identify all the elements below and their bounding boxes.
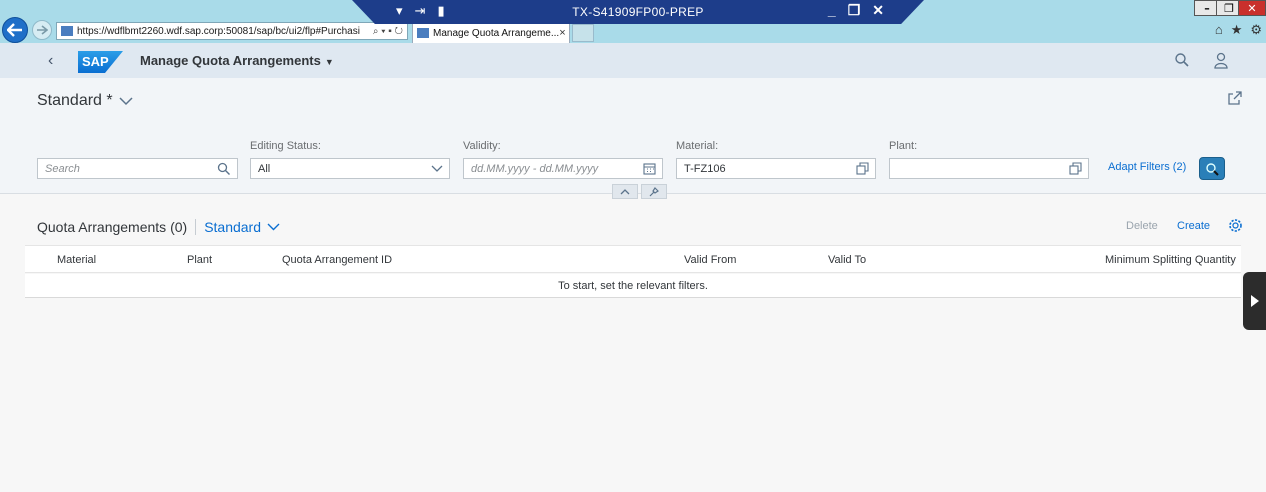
- chevron-down-icon: [431, 165, 443, 172]
- browser-toolbar: https://wdflbmt2260.wdf.sap.corp:50081/s…: [0, 0, 1266, 43]
- chevron-down-icon: [119, 96, 133, 105]
- table-variant-selector[interactable]: Standard: [204, 219, 280, 235]
- user-icon[interactable]: [1213, 52, 1229, 69]
- material-value: T-FZ106: [684, 162, 726, 175]
- close-icon[interactable]: ✕: [872, 2, 884, 19]
- shell-bar: ‹ SAP Manage Quota Arrangements ▼: [0, 43, 1266, 78]
- create-button[interactable]: Create: [1177, 220, 1210, 232]
- address-bar[interactable]: https://wdflbmt2260.wdf.sap.corp:50081/s…: [56, 22, 408, 40]
- screen: https://wdflbmt2260.wdf.sap.corp:50081/s…: [0, 0, 1266, 492]
- favicon: [61, 26, 73, 36]
- editing-status-label: Editing Status:: [250, 140, 321, 152]
- editing-status-value: All: [258, 162, 271, 175]
- table-empty-message: To start, set the relevant filters.: [25, 274, 1241, 298]
- tab-favicon: [417, 28, 429, 38]
- arrow-right-icon: [37, 25, 48, 35]
- search-placeholder: Search: [45, 162, 80, 175]
- collapse-header-button[interactable]: [612, 184, 638, 199]
- value-help-icon[interactable]: [856, 162, 869, 175]
- cursor-icon: [1206, 162, 1219, 176]
- editing-status-select[interactable]: All: [250, 158, 450, 179]
- table-variant-name: Standard: [204, 219, 262, 235]
- minimize-icon[interactable]: _: [828, 2, 836, 19]
- search-icon[interactable]: [217, 162, 231, 176]
- back-chevron-icon[interactable]: ‹: [48, 52, 53, 70]
- validity-label: Validity:: [463, 140, 501, 152]
- filter-header: Standard * Editing Status: Validity: Mat…: [0, 78, 1266, 199]
- share-icon[interactable]: [1227, 90, 1243, 106]
- search-input[interactable]: Search: [37, 158, 238, 179]
- remote-window-controls: _ ❐ ✕: [828, 2, 884, 19]
- value-help-icon[interactable]: [1069, 162, 1082, 175]
- delete-button[interactable]: Delete: [1126, 220, 1158, 232]
- side-panel-handle[interactable]: [1243, 272, 1266, 330]
- browser-forward-button[interactable]: [32, 20, 52, 40]
- column-header-material[interactable]: Material: [57, 254, 96, 266]
- home-icon[interactable]: ⌂: [1215, 22, 1223, 38]
- browser-tab-active[interactable]: Manage Quota Arrangeme... ×: [412, 22, 570, 43]
- browser-right-icons: ⌂ ★ ⚙: [1215, 22, 1262, 38]
- adapt-filters-button[interactable]: Adapt Filters (2): [1108, 161, 1186, 173]
- divider: [195, 219, 197, 235]
- column-header-valid-to[interactable]: Valid To: [828, 254, 866, 266]
- plant-label: Plant:: [889, 140, 918, 152]
- validity-placeholder: dd.MM.yyyy - dd.MM.yyyy: [471, 162, 599, 175]
- table-title: Quota Arrangements (0): [37, 219, 188, 235]
- url-text: https://wdflbmt2260.wdf.sap.corp:50081/s…: [77, 25, 360, 37]
- material-input[interactable]: T-FZ106: [676, 158, 876, 179]
- table-settings-gear-icon[interactable]: [1228, 218, 1243, 233]
- pin-header-button[interactable]: [641, 184, 667, 199]
- search-icon[interactable]: [1174, 52, 1190, 68]
- go-button[interactable]: [1199, 157, 1225, 180]
- window-close-button[interactable]: ✕: [1238, 0, 1266, 16]
- tab-close-icon[interactable]: ×: [559, 27, 565, 39]
- pin-icon: [649, 186, 659, 196]
- table-column-header: Material Plant Quota Arrangement ID Vali…: [25, 245, 1241, 273]
- restore-icon[interactable]: ❐: [848, 2, 861, 19]
- arrow-left-icon: [7, 23, 22, 37]
- remote-desktop-bar: ▾ ⇥ ▮ TX-S41909FP00-PREP _ ❐ ✕: [352, 0, 924, 24]
- table-header: Quota Arrangements (0) Standard: [37, 219, 280, 235]
- calendar-icon[interactable]: [643, 162, 656, 175]
- chevron-up-icon: [620, 189, 630, 195]
- favorites-star-icon[interactable]: ★: [1231, 22, 1243, 38]
- address-controls[interactable]: ⌕ ▾ ▪ ↻: [369, 26, 407, 37]
- variant-name: Standard *: [37, 92, 113, 109]
- new-tab-button[interactable]: [572, 24, 594, 42]
- settings-gear-icon[interactable]: ⚙: [1250, 22, 1262, 38]
- variant-selector[interactable]: Standard *: [37, 92, 133, 110]
- app-title: Manage Quota Arrangements: [140, 53, 321, 68]
- tab-title: Manage Quota Arrangeme...: [433, 27, 560, 39]
- material-label: Material:: [676, 140, 719, 152]
- plant-input[interactable]: [889, 158, 1089, 179]
- browser-back-button[interactable]: [2, 17, 28, 43]
- column-header-quota-arrangement-id[interactable]: Quota Arrangement ID: [282, 254, 392, 266]
- play-arrow-icon: [1250, 295, 1259, 307]
- chevron-down-icon: [267, 223, 280, 231]
- validity-date-range-input[interactable]: dd.MM.yyyy - dd.MM.yyyy: [463, 158, 663, 179]
- app-title-menu[interactable]: Manage Quota Arrangements ▼: [140, 53, 334, 68]
- column-header-valid-from[interactable]: Valid From: [684, 254, 736, 266]
- caret-down-icon: ▼: [324, 57, 334, 67]
- column-header-plant[interactable]: Plant: [187, 254, 212, 266]
- column-header-minimum-splitting-quantity[interactable]: Minimum Splitting Quantity: [1105, 254, 1236, 266]
- sap-logo[interactable]: SAP: [78, 51, 123, 73]
